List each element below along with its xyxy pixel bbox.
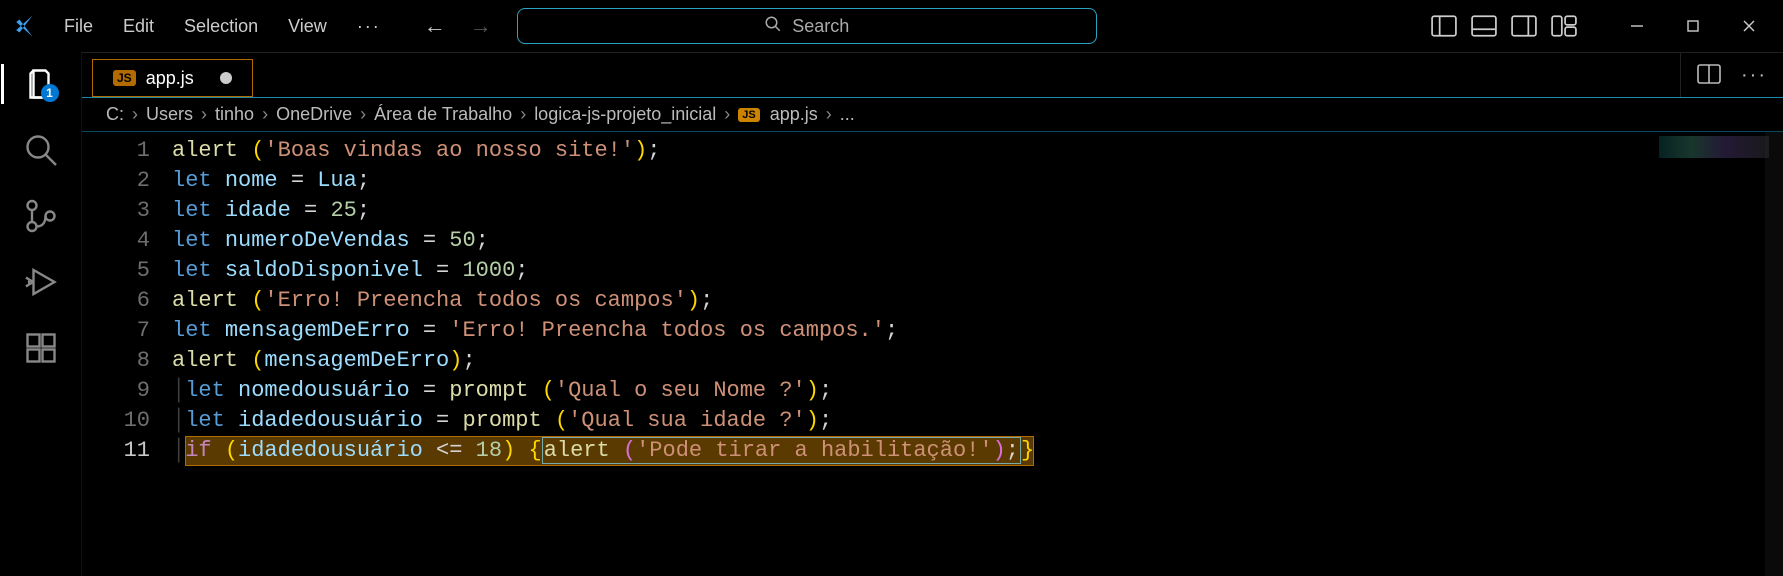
title-bar: File Edit Selection View ··· ← → Search	[0, 0, 1783, 52]
nav-forward-icon: →	[467, 13, 495, 39]
breadcrumb-tail[interactable]: ...	[840, 104, 855, 125]
toggle-primary-sidebar-icon[interactable]	[1431, 15, 1457, 37]
editor-tabs: JS app.js ···	[82, 52, 1783, 98]
search-icon	[764, 15, 782, 38]
customize-layout-icon[interactable]	[1551, 15, 1577, 37]
more-actions-icon[interactable]: ···	[1741, 64, 1767, 87]
menu-bar: File Edit Selection View ···	[50, 10, 395, 43]
code-content[interactable]: alert ('Boas vindas ao nosso site!');let…	[172, 132, 1765, 576]
nav-back-icon[interactable]: ←	[421, 13, 449, 39]
toggle-panel-icon[interactable]	[1471, 15, 1497, 37]
toggle-secondary-sidebar-icon[interactable]	[1511, 15, 1537, 37]
layout-controls	[1431, 15, 1577, 37]
activity-search-icon[interactable]	[21, 130, 61, 170]
line-number-gutter: 1234567891011	[82, 132, 172, 576]
command-center-search[interactable]: Search	[517, 8, 1097, 44]
editor-scrollbar[interactable]	[1765, 132, 1783, 576]
activity-extensions-icon[interactable]	[21, 328, 61, 368]
tab-dirty-indicator-icon[interactable]	[220, 72, 232, 84]
minimap[interactable]	[1659, 136, 1769, 158]
vscode-logo-icon	[6, 13, 46, 39]
explorer-badge: 1	[41, 84, 59, 102]
nav-arrows: ← →	[421, 13, 495, 39]
breadcrumb-file[interactable]: app.js	[770, 104, 818, 125]
tab-app-js[interactable]: JS app.js	[92, 59, 253, 97]
activity-run-debug-icon[interactable]	[21, 262, 61, 302]
breadcrumb-segment[interactable]: tinho	[215, 104, 254, 125]
breadcrumb-segment[interactable]: Área de Trabalho	[374, 104, 512, 125]
menu-edit[interactable]: Edit	[109, 10, 168, 43]
activity-bar: 1	[0, 52, 82, 576]
window-controls	[1609, 6, 1777, 46]
search-placeholder: Search	[792, 16, 849, 37]
activity-explorer-icon[interactable]: 1	[21, 64, 61, 104]
code-editor[interactable]: 1234567891011 alert ('Boas vindas ao nos…	[82, 132, 1783, 576]
breadcrumb-segment[interactable]: C:	[106, 104, 124, 125]
window-close-button[interactable]	[1721, 6, 1777, 46]
breadcrumb-segment[interactable]: Users	[146, 104, 193, 125]
window-maximize-button[interactable]	[1665, 6, 1721, 46]
breadcrumb[interactable]: C:› Users› tinho› OneDrive› Área de Trab…	[82, 98, 1783, 132]
activity-source-control-icon[interactable]	[21, 196, 61, 236]
tab-lang-badge: JS	[113, 70, 136, 86]
tab-filename: app.js	[146, 68, 194, 89]
breadcrumb-file-badge: JS	[738, 108, 759, 122]
menu-more-icon[interactable]: ···	[343, 10, 395, 43]
editor-area: JS app.js ··· C:› Users› tinho› OneDrive…	[82, 52, 1783, 576]
window-minimize-button[interactable]	[1609, 6, 1665, 46]
menu-selection[interactable]: Selection	[170, 10, 272, 43]
split-editor-icon[interactable]	[1697, 62, 1721, 89]
breadcrumb-segment[interactable]: logica-js-projeto_inicial	[534, 104, 716, 125]
breadcrumb-segment[interactable]: OneDrive	[276, 104, 352, 125]
menu-file[interactable]: File	[50, 10, 107, 43]
menu-view[interactable]: View	[274, 10, 341, 43]
